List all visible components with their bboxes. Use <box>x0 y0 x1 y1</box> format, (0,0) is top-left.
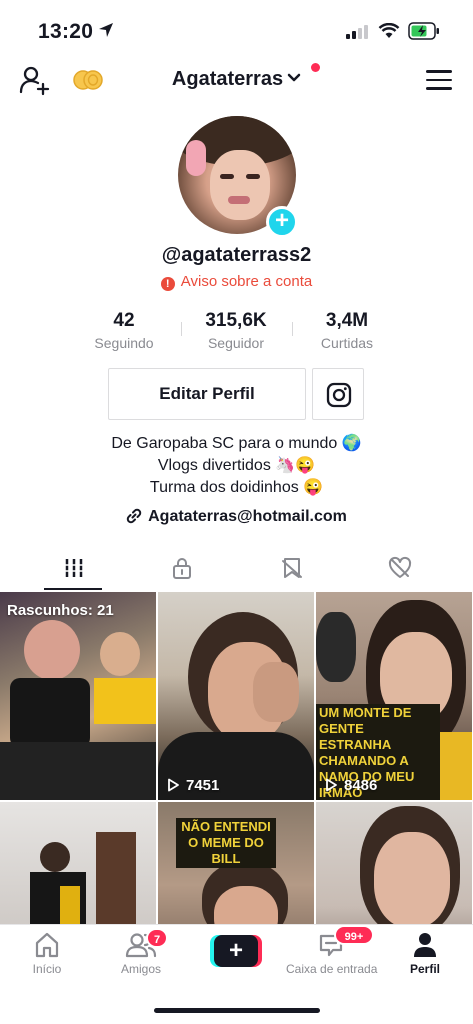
status-bar: 13:20 <box>0 0 473 58</box>
profile-icon <box>414 933 436 957</box>
nav-home[interactable]: Início <box>2 931 92 976</box>
status-time: 13:20 <box>38 20 94 43</box>
lock-icon <box>173 558 191 579</box>
profile-title[interactable]: Agataterras <box>0 68 473 91</box>
menu-icon[interactable] <box>426 70 452 92</box>
create-icon: + <box>214 935 258 967</box>
create-button[interactable]: + <box>210 935 262 967</box>
nav-profile-label: Perfil <box>409 962 440 976</box>
bio-line: Vlogs divertidos 🦄😜 <box>157 457 316 474</box>
account-warning[interactable]: ! Aviso sobre a conta <box>0 273 473 291</box>
stat-likes[interactable]: 3,4M Curtidas <box>292 310 402 351</box>
link-icon <box>126 508 142 524</box>
drafts-label: Rascunhos: 21 <box>7 602 114 619</box>
play-icon <box>168 778 179 792</box>
video-thumbnail[interactable] <box>0 802 156 924</box>
bio-line: De Garopaba SC para o mundo 🌍 <box>111 435 362 452</box>
instagram-button[interactable] <box>312 368 364 420</box>
bookmark-hidden-icon <box>282 558 302 578</box>
video-thumbnail[interactable]: Rascunhos: 21 <box>0 592 156 800</box>
video-thumbnail[interactable]: NÃO ENTENDI O MEME DO BILL <box>158 802 314 924</box>
video-grid: Rascunhos: 21 7451 UM MONTE DE GENTE EST… <box>0 592 473 924</box>
video-views-count: 7451 <box>186 777 220 794</box>
tab-indicator <box>44 588 102 590</box>
stat-followers[interactable]: 315,6K Seguidor <box>181 310 291 351</box>
edit-profile-button[interactable]: Editar Perfil <box>108 368 306 420</box>
instagram-icon <box>326 382 352 408</box>
tab-saved[interactable] <box>262 552 322 590</box>
bio-link[interactable]: Agataterras@hotmail.com <box>0 508 473 526</box>
grid-icon <box>64 559 84 577</box>
stat-following[interactable]: 42 Seguindo <box>69 310 179 351</box>
video-views: 7451 <box>166 777 219 794</box>
stat-following-value: 42 <box>113 310 135 331</box>
tab-liked[interactable] <box>370 552 430 590</box>
video-thumbnail[interactable]: UM MONTE DE GENTE ESTRANHA CHAMANDO A NA… <box>316 592 472 800</box>
video-views-count: 8486 <box>344 777 378 794</box>
location-arrow-icon <box>99 23 113 37</box>
tab-videos[interactable] <box>44 552 104 590</box>
stat-followers-value: 315,6K <box>205 310 267 331</box>
stat-followers-label: Seguidor <box>207 335 265 351</box>
bio-line: Turma dos doidinhos 😜 <box>149 479 324 496</box>
home-indicator <box>154 1008 320 1013</box>
friends-badge: 7 <box>146 928 168 948</box>
stat-following-label: Seguindo <box>94 335 154 351</box>
account-warning-text: Aviso sobre a conta <box>180 273 313 290</box>
stat-likes-label: Curtidas <box>320 335 374 351</box>
profile-stats: 42 Seguindo 315,6K Seguidor 3,4M Curtida… <box>0 310 473 354</box>
cell-signal-icon <box>346 25 368 39</box>
profile-handle: @agataterrass2 <box>161 244 312 266</box>
battery-icon <box>408 22 439 40</box>
bio-link-text: Agataterras@hotmail.com <box>148 508 347 525</box>
top-nav: Agataterras <box>0 58 473 108</box>
inbox-badge: 99+ <box>334 925 374 945</box>
profile-tabs <box>0 552 473 590</box>
nav-friends-label: Amigos <box>120 962 161 976</box>
video-thumbnail[interactable] <box>316 802 472 924</box>
stat-likes-value: 3,4M <box>325 310 369 331</box>
tab-private[interactable] <box>152 552 212 590</box>
nav-home-label: Início <box>32 962 62 976</box>
play-icon <box>326 778 337 792</box>
add-avatar-button[interactable]: + <box>266 206 298 238</box>
bio: De Garopaba SC para o mundo 🌍 Vlogs dive… <box>0 433 473 499</box>
video-thumbnail[interactable]: 7451 <box>158 592 314 800</box>
nav-inbox-label: Caixa de entrada <box>286 962 378 976</box>
nav-friends[interactable]: Amigos <box>96 931 186 976</box>
heart-hidden-icon <box>388 556 412 578</box>
chevron-down-icon <box>287 73 301 82</box>
home-icon <box>35 932 59 958</box>
profile-title-text: Agataterras <box>171 68 284 90</box>
video-caption: NÃO ENTENDI O MEME DO BILL <box>176 818 276 868</box>
wifi-icon <box>378 23 400 38</box>
video-views: 8486 <box>324 777 377 794</box>
nav-profile[interactable]: Perfil <box>380 931 470 976</box>
warning-icon: ! <box>160 277 175 291</box>
notification-dot <box>311 63 320 72</box>
